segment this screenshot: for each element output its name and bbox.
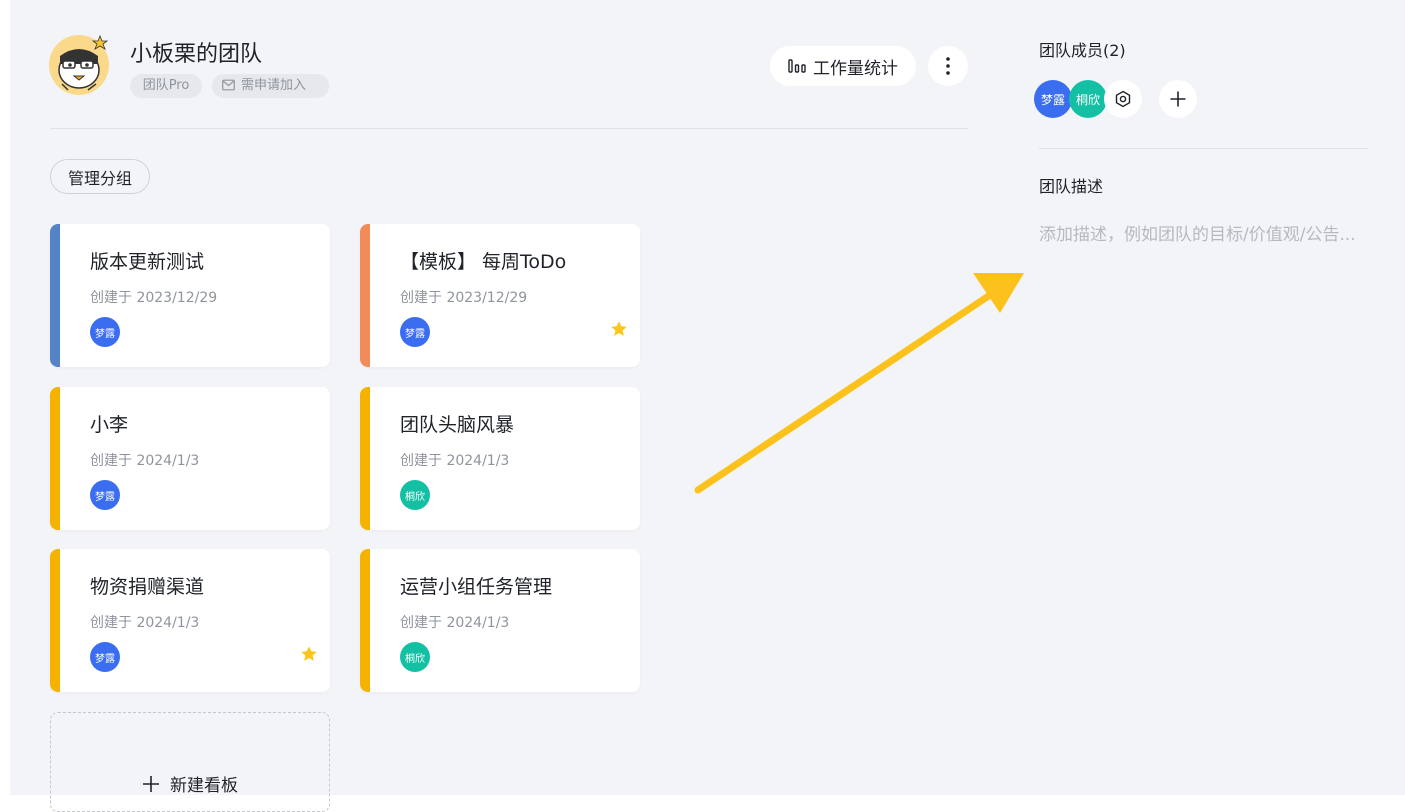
- board-card[interactable]: 版本更新测试 创建于 2023/12/29 梦露: [50, 224, 330, 367]
- workload-stats-button[interactable]: 工作量统计: [770, 46, 916, 86]
- more-vertical-icon: [946, 57, 950, 75]
- board-title: 版本更新测试: [90, 251, 205, 273]
- board-created-date: 创建于 2024/1/3: [90, 615, 200, 631]
- board-created-date: 创建于 2024/1/3: [90, 453, 200, 469]
- plus-icon: [1170, 91, 1186, 107]
- card-accent-bar: [50, 224, 60, 367]
- more-options-button[interactable]: [928, 46, 968, 86]
- board-card[interactable]: 物资捐赠渠道 创建于 2024/1/3 梦露: [50, 549, 330, 692]
- team-name: 小板栗的团队: [130, 42, 263, 67]
- board-title: 小李: [90, 414, 129, 436]
- card-accent-bar: [50, 549, 60, 692]
- card-accent-bar: [360, 387, 370, 530]
- workload-stats-label: 工作量统计: [813, 58, 898, 79]
- star-icon[interactable]: [300, 645, 318, 663]
- member-avatar-menglu[interactable]: 梦露: [1034, 80, 1072, 118]
- board-card[interactable]: 小李 创建于 2024/1/3 梦露: [50, 387, 330, 530]
- add-member-button[interactable]: [1159, 80, 1197, 118]
- board-created-date: 创建于 2024/1/3: [400, 453, 510, 469]
- board-created-date: 创建于 2024/1/3: [400, 615, 510, 631]
- join-policy-tag[interactable]: 需申请加入: [212, 74, 329, 98]
- card-accent-bar: [50, 387, 60, 530]
- board-title: 【模板】 每周ToDo: [400, 251, 567, 273]
- member-avatar: 桐欣: [400, 642, 430, 672]
- description-heading: 团队描述: [1039, 177, 1104, 196]
- description-input[interactable]: 添加描述，例如团队的目标/价值观/公告...: [1039, 220, 1365, 245]
- board-card[interactable]: 团队头脑风暴 创建于 2024/1/3 桐欣: [360, 387, 640, 530]
- bar-chart-icon: [788, 59, 806, 73]
- right-panel-divider: [1039, 148, 1368, 149]
- members-heading: 团队成员(2): [1039, 41, 1126, 60]
- join-policy-label: 需申请加入: [241, 78, 307, 93]
- board-title: 运营小组任务管理: [400, 576, 553, 598]
- card-accent-bar: [360, 224, 370, 367]
- header-divider: [50, 128, 968, 129]
- member-avatar-tongxin[interactable]: 桐欣: [1069, 80, 1107, 118]
- card-accent-bar: [360, 549, 370, 692]
- mail-icon: [222, 79, 235, 91]
- board-card[interactable]: 运营小组任务管理 创建于 2024/1/3 桐欣: [360, 549, 640, 692]
- star-icon[interactable]: [610, 320, 628, 338]
- plan-tag: 团队Pro: [130, 74, 202, 98]
- settings-icon: [1115, 90, 1131, 108]
- board-title: 物资捐赠渠道: [90, 576, 205, 598]
- board-created-date: 创建于 2023/12/29: [400, 290, 528, 306]
- board-title: 团队头脑风暴: [400, 414, 515, 436]
- board-created-date: 创建于 2023/12/29: [90, 290, 218, 306]
- new-board-label: 新建看板: [170, 776, 238, 796]
- annotation-arrow-icon: [694, 273, 1024, 494]
- member-avatar: 桐欣: [400, 480, 430, 510]
- member-avatar: 梦露: [90, 480, 120, 510]
- board-card[interactable]: 【模板】 每周ToDo 创建于 2023/12/29 梦露: [360, 224, 640, 367]
- new-board-button[interactable]: 新建看板: [50, 712, 330, 812]
- team-avatar[interactable]: [48, 34, 110, 96]
- manage-groups-button[interactable]: 管理分组: [50, 159, 150, 194]
- member-avatar: 梦露: [400, 317, 430, 347]
- plus-icon: [143, 775, 159, 792]
- member-avatar: 梦露: [90, 642, 120, 672]
- member-settings-button[interactable]: [1104, 80, 1142, 118]
- member-avatar: 梦露: [90, 317, 120, 347]
